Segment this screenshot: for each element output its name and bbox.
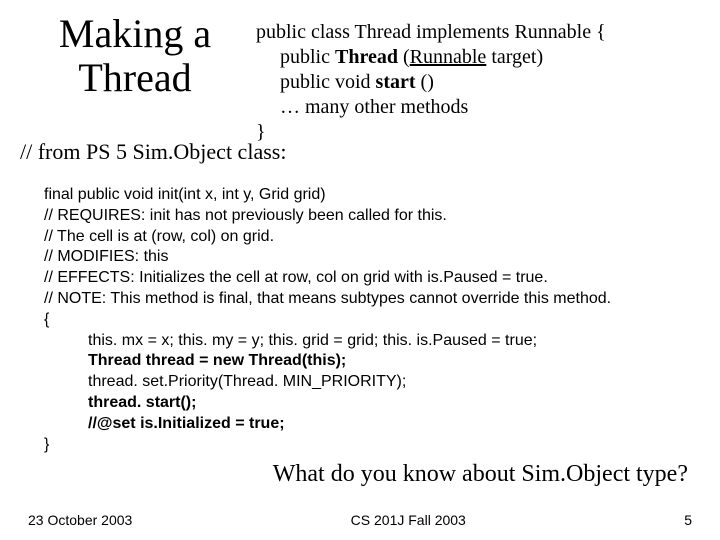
ctor-name: Thread (335, 46, 403, 68)
classdef-more: … many other methods (280, 96, 468, 118)
ctor-pre: public (280, 46, 335, 68)
code-b3: thread. set.Priority(Thread. MIN_PRIORIT… (44, 372, 700, 393)
slide-title: Making a Thread (20, 8, 250, 100)
start-pre: public void (280, 71, 376, 93)
code-c5: // NOTE: This method is final, that mean… (44, 289, 700, 310)
slide-footer: 23 October 2003 CS 201J Fall 2003 5 (0, 512, 720, 528)
code-open-brace: { (44, 310, 700, 331)
ctor-paren-open: ( (403, 46, 410, 68)
code-close-brace: } (44, 435, 700, 456)
footer-page: 5 (684, 512, 692, 528)
thread-class-def: public class Thread implements Runnable … (250, 8, 606, 145)
code-b5: //@set is.Initialized = true; (88, 415, 285, 432)
code-c2: // The cell is at (row, col) on grid. (44, 227, 700, 248)
footer-date: 23 October 2003 (28, 512, 132, 528)
code-c1: // REQUIRES: init has not previously bee… (44, 206, 700, 227)
init-method-code: final public void init(int x, int y, Gri… (20, 185, 700, 455)
start-name: start (376, 71, 421, 93)
code-b1: this. mx = x; this. my = y; this. grid =… (44, 331, 700, 352)
slide-question: What do you know about Sim.Object type? (20, 461, 700, 488)
start-parens: () (421, 71, 434, 93)
code-sig: final public void init(int x, int y, Gri… (44, 185, 700, 206)
ctor-param-rest: target) (486, 46, 543, 68)
code-c4: // EFFECTS: Initializes the cell at row,… (44, 268, 700, 289)
code-b2: Thread thread = new Thread(this); (88, 352, 346, 369)
classdef-line1: public class Thread implements Runnable … (256, 21, 606, 43)
footer-course: CS 201J Fall 2003 (351, 512, 466, 528)
code-b4: thread. start(); (88, 394, 196, 411)
ctor-param-type: Runnable (410, 46, 487, 68)
code-c3: // MODIFIES: this (44, 247, 700, 268)
